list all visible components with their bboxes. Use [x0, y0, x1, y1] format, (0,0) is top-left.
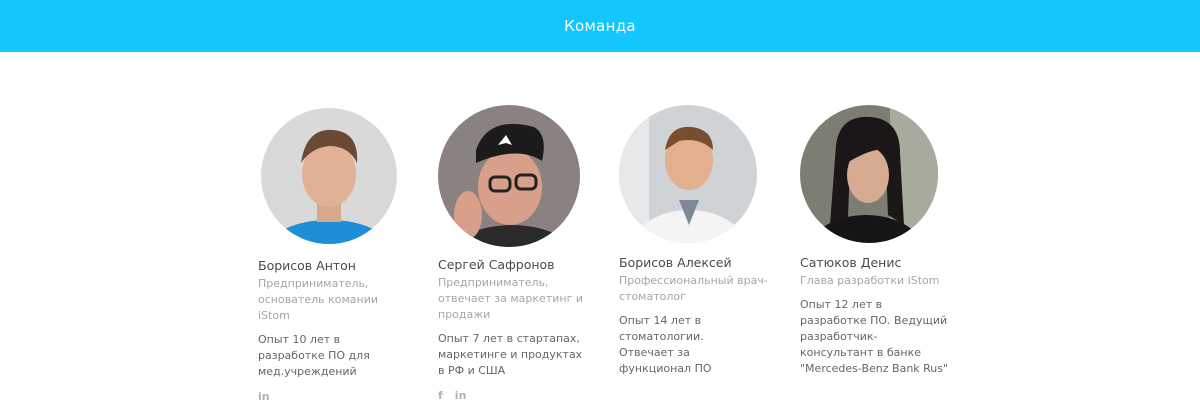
social-links: in: [258, 390, 428, 403]
member-role: Предприниматель, отвечает за маркетинг и…: [438, 276, 583, 321]
page-title: Команда: [564, 17, 636, 35]
team-member-card: Борисов Антон Предприниматель, основател…: [258, 108, 428, 403]
member-name: Борисов Антон: [258, 258, 356, 273]
member-bio: Опыт 10 лет в разработке ПО для мед.учре…: [258, 333, 370, 378]
member-name: Сатюков Денис: [800, 255, 902, 270]
member-role: Предприниматель, основатель комании iSto…: [258, 277, 379, 322]
avatar: [619, 105, 757, 243]
member-bio: Опыт 7 лет в стартапах, маркетинге и про…: [438, 332, 583, 377]
linkedin-icon[interactable]: in: [258, 390, 270, 403]
avatar: [261, 108, 397, 244]
linkedin-icon[interactable]: in: [455, 389, 467, 402]
member-name: Борисов Алексей: [619, 255, 732, 270]
avatar: [800, 105, 938, 243]
team-member-card: Сергей Сафронов Предприниматель, отвечае…: [438, 105, 608, 402]
facebook-icon[interactable]: f: [438, 389, 443, 402]
avatar: [438, 105, 580, 247]
team-member-card: Борисов Алексей Профессиональный врач-ст…: [619, 105, 789, 377]
member-bio: Опыт 14 лет в стоматологии. Отвечает за …: [619, 314, 712, 375]
member-role: Глава разработки iStom: [800, 274, 940, 287]
member-role: Профессиональный врач-стоматолог: [619, 274, 768, 303]
team-header: Команда: [0, 0, 1200, 52]
social-links: f in: [438, 389, 608, 402]
member-name: Сергей Сафронов: [438, 257, 555, 272]
member-bio: Опыт 12 лет в разработке ПО. Ведущий раз…: [800, 298, 949, 375]
team-member-card: Сатюков Денис Глава разработки iStom Опы…: [800, 105, 970, 377]
